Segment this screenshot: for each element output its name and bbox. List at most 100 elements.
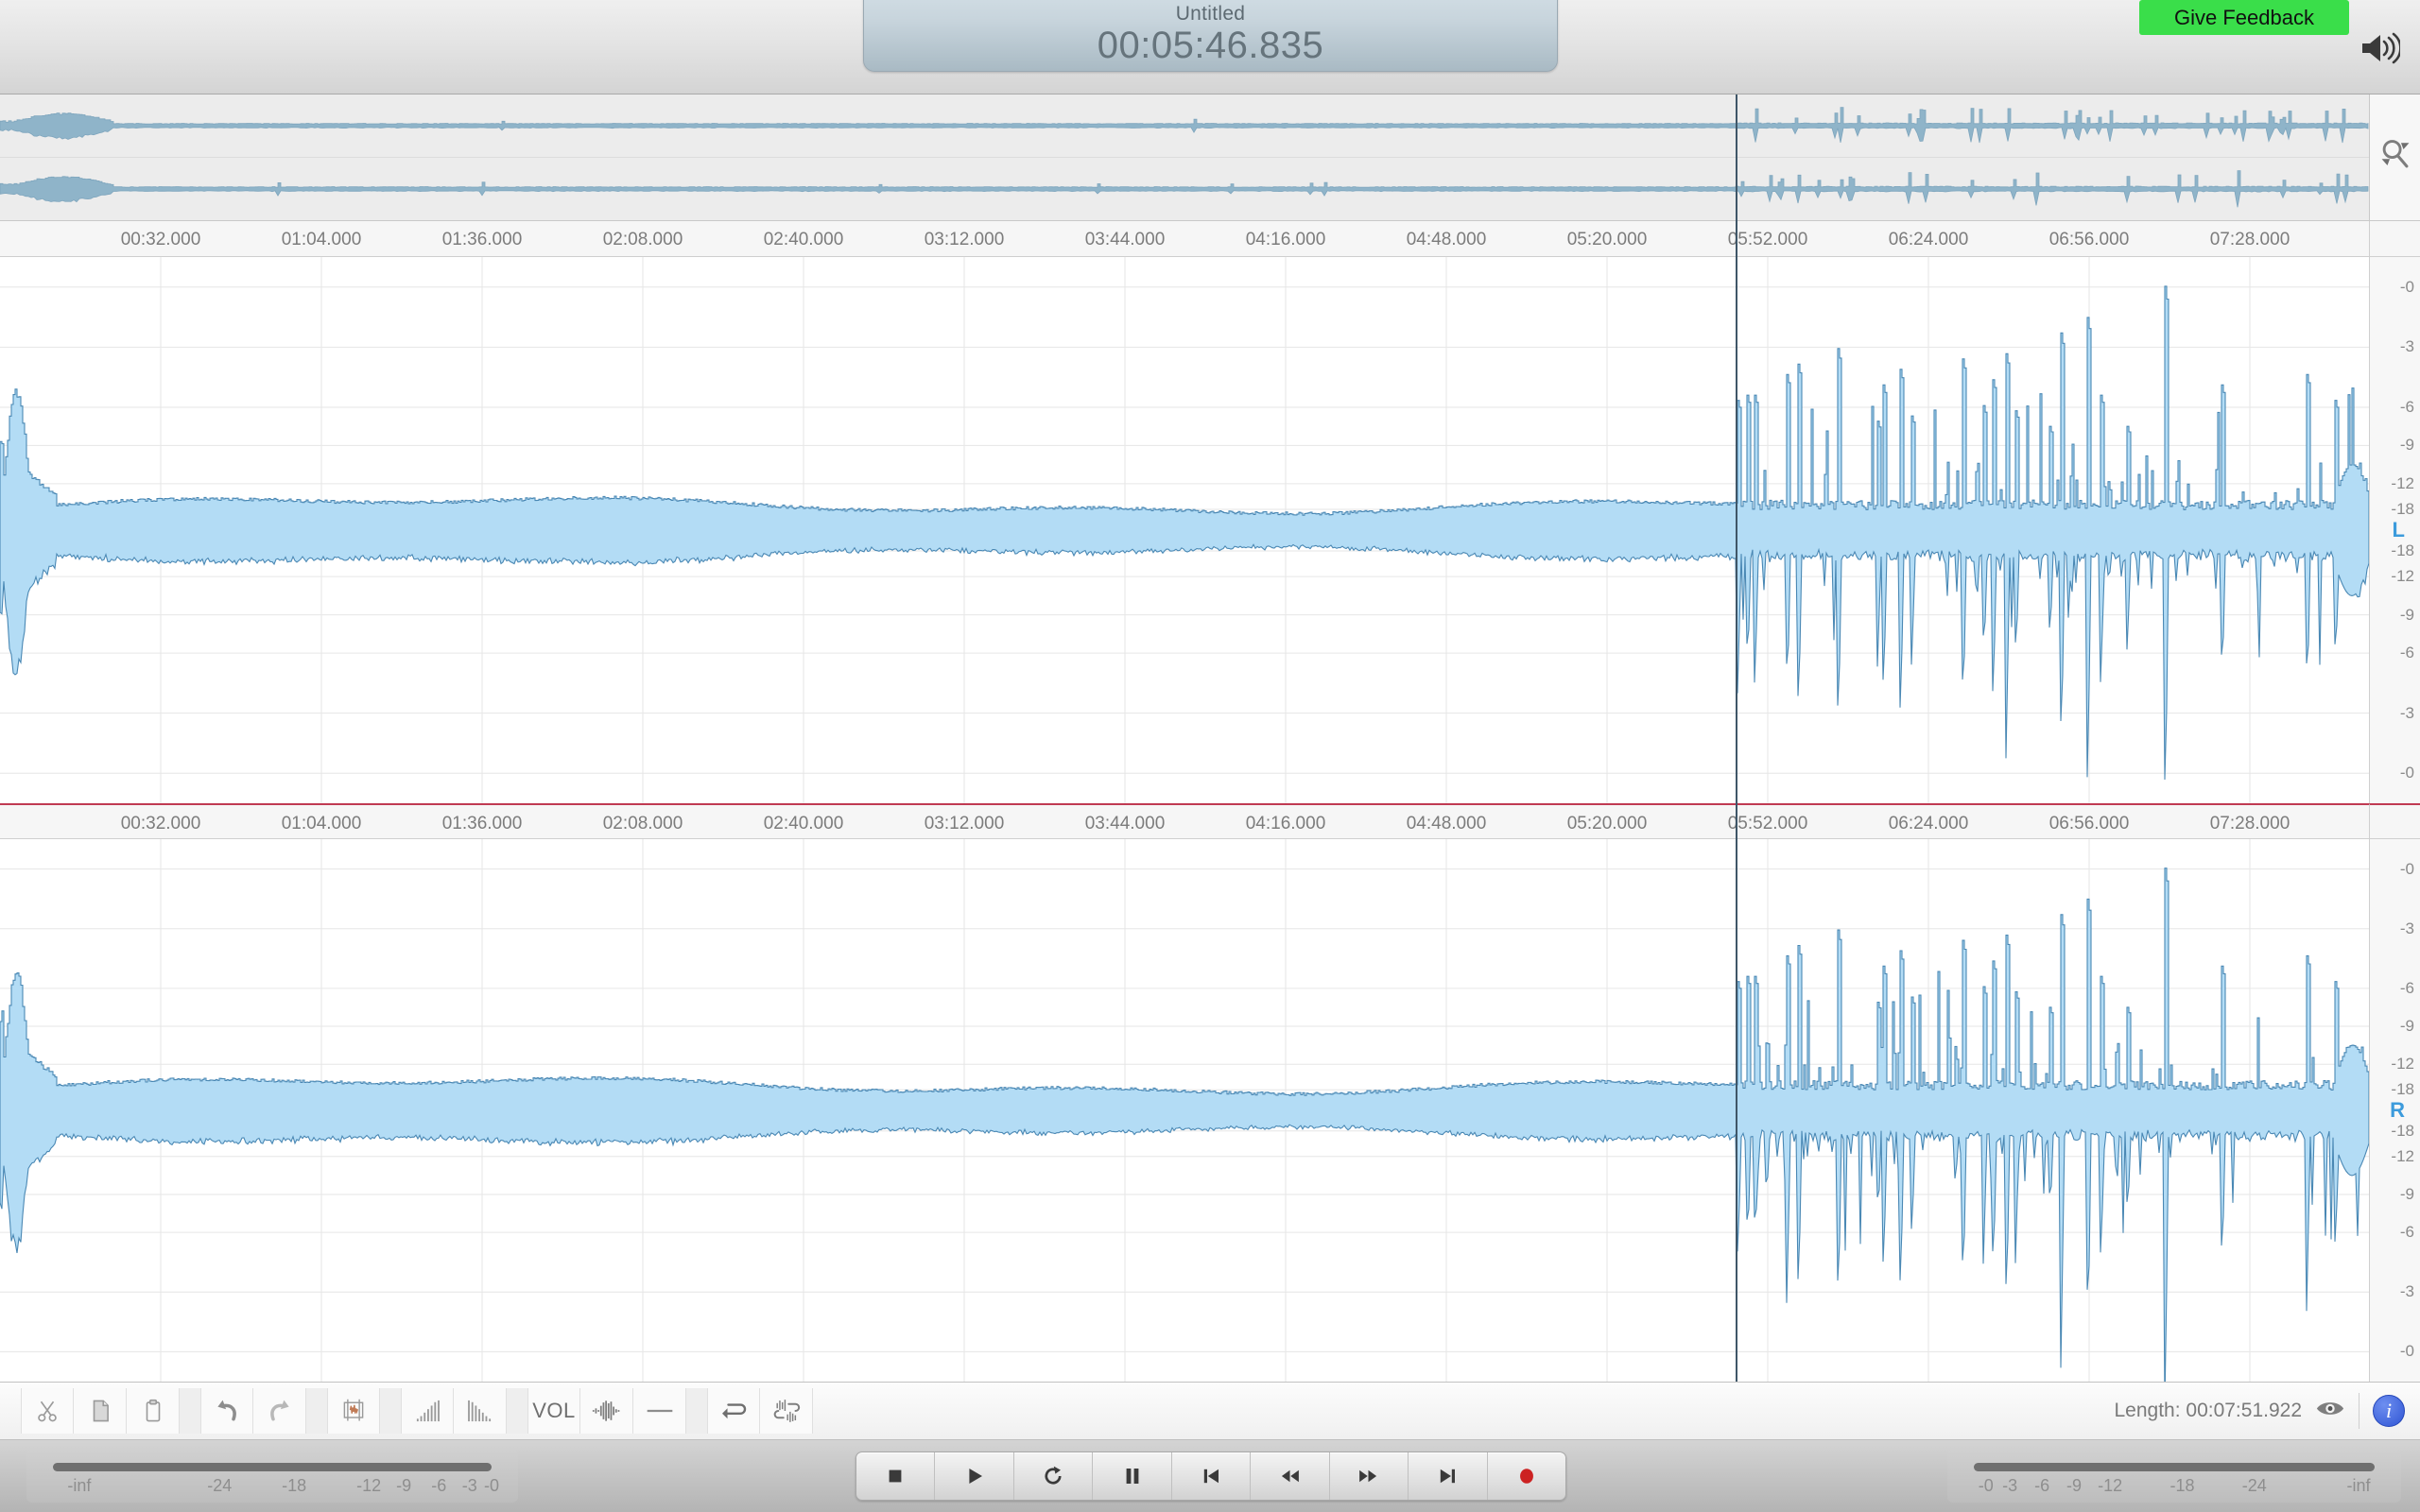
ruler-bottom-cap <box>2369 803 2420 839</box>
meter-scale-label: -0 <box>1978 1476 1994 1495</box>
normalize-button[interactable] <box>580 1388 633 1434</box>
db-scale-left: -0 -3 -6 -9 -12 -18 -18 -12 -9 -6 -3 -0 L <box>2369 257 2420 803</box>
ruler-tick-label: 02:08.000 <box>602 814 683 833</box>
silence-icon <box>647 1409 672 1413</box>
timeline-ruler-top[interactable]: 00:32.000 01:04.000 01:36.000 02:08.000 02:4… <box>0 221 2369 257</box>
overview-channel-left[interactable] <box>0 94 2369 157</box>
loop-playback-button[interactable] <box>1014 1452 1094 1500</box>
overview-minimap[interactable] <box>0 94 2369 221</box>
ruler-tick-label: 06:56.000 <box>2048 230 2130 249</box>
output-level-meter[interactable]: -0 -3 -6 -9 -12 -18 -24 -inf <box>1947 1450 2401 1503</box>
db-scale-label: -0 <box>2399 859 2414 878</box>
channel-marker: L <box>2392 518 2405 541</box>
loop-button[interactable] <box>707 1388 760 1434</box>
copy-button[interactable] <box>74 1388 127 1434</box>
pause-button[interactable] <box>1093 1452 1172 1500</box>
ruler-tick-label: 04:48.000 <box>1406 814 1487 833</box>
timeline-ruler-bottom[interactable]: 00:32.000 01:04.000 01:36.000 02:08.000 02:4… <box>0 803 2369 839</box>
toolbar-divider <box>2359 1393 2360 1429</box>
ruler-tick-label: 01:04.000 <box>281 814 362 833</box>
repeat-region-icon <box>773 1400 801 1422</box>
skip-back-icon <box>1203 1469 1219 1484</box>
overview-channel-right[interactable] <box>0 158 2369 220</box>
fade-in-icon <box>416 1400 440 1422</box>
info-button[interactable]: i <box>2373 1395 2405 1427</box>
ruler-tick-label: 05:20.000 <box>1566 814 1648 833</box>
volume-button[interactable]: VOL <box>527 1388 580 1434</box>
zoom-tool-pane[interactable] <box>2369 94 2420 221</box>
input-level-meter[interactable]: -inf -24 -18 -12 -9 -6 -3 -0 <box>26 1450 518 1503</box>
play-icon <box>969 1469 982 1484</box>
ruler-tick-label: 07:28.000 <box>2209 814 2290 833</box>
db-scale-label: -0 <box>2399 277 2414 296</box>
db-scale-label: -18 <box>2391 500 2414 519</box>
record-button[interactable] <box>1488 1452 1565 1500</box>
db-scale-right: -0 -3 -6 -9 -12 -18 -18 -12 -9 -6 -3 -0 R <box>2369 839 2420 1382</box>
db-scale-label: -3 <box>2399 703 2414 722</box>
fast-forward-icon <box>1359 1469 1377 1483</box>
cut-button[interactable] <box>21 1388 74 1434</box>
ruler-tick-label: 06:24.000 <box>1888 814 1969 833</box>
fast-forward-button[interactable] <box>1330 1452 1409 1500</box>
meter-scale-label: -24 <box>2241 1476 2267 1495</box>
rewind-icon <box>1281 1469 1299 1483</box>
play-button[interactable] <box>935 1452 1014 1500</box>
fade-group <box>401 1388 507 1434</box>
undo-button[interactable] <box>200 1388 253 1434</box>
ruler-tick-label: 06:56.000 <box>2048 814 2130 833</box>
ruler-tick-label: 02:40.000 <box>763 230 844 249</box>
silence-button[interactable] <box>633 1388 686 1434</box>
fade-in-button[interactable] <box>401 1388 454 1434</box>
skip-back-button[interactable] <box>1172 1452 1252 1500</box>
stop-icon <box>889 1469 902 1483</box>
time-display-panel[interactable]: Untitled 00:05:46.835 <box>863 0 1558 72</box>
normalize-icon <box>592 1400 619 1421</box>
ruler-tick-label: 01:36.000 <box>441 814 523 833</box>
magnifier-zoom-icon[interactable] <box>2379 137 2411 178</box>
playhead-cursor-overview[interactable] <box>1736 94 1737 221</box>
ruler-tick-label: 00:32.000 <box>120 230 201 249</box>
waveform-left-channel[interactable] <box>0 257 2369 803</box>
db-scale-label: -6 <box>2399 397 2414 416</box>
pause-icon <box>1126 1469 1138 1484</box>
meter-scale-label: -12 <box>356 1476 382 1495</box>
trim-button[interactable] <box>327 1388 380 1434</box>
volume-label: VOL <box>532 1399 576 1422</box>
ruler-tick-label: 04:16.000 <box>1245 230 1326 249</box>
toolbar-right-group: Length: 00:07:51.922 i <box>2114 1393 2420 1429</box>
meter-scale-label: -inf <box>2346 1476 2371 1495</box>
db-scale-label: -9 <box>2399 1184 2414 1203</box>
meter-scale-label: -3 <box>2002 1476 2018 1495</box>
skip-forward-button[interactable] <box>1409 1452 1488 1500</box>
db-scale-label: -9 <box>2399 436 2414 455</box>
fade-out-icon <box>467 1400 491 1422</box>
document-title: Untitled <box>1175 3 1246 25</box>
trim-group <box>327 1388 380 1434</box>
paste-button[interactable] <box>127 1388 180 1434</box>
meter-scale-label: -3 <box>461 1476 477 1495</box>
fade-out-button[interactable] <box>454 1388 507 1434</box>
meter-scale-label: -12 <box>2098 1476 2123 1495</box>
waveform-right-channel[interactable] <box>0 839 2369 1382</box>
speaker-volume-icon[interactable] <box>2359 31 2402 65</box>
repeat-region-button[interactable] <box>760 1388 813 1434</box>
stop-button[interactable] <box>856 1452 936 1500</box>
ruler-tick-label: 01:36.000 <box>441 230 523 249</box>
eye-visibility-icon[interactable] <box>2315 1399 2345 1423</box>
db-scale-label: -0 <box>2399 764 2414 782</box>
ruler-tick-label: 04:16.000 <box>1245 814 1326 833</box>
meter-scale-label: -6 <box>2034 1476 2050 1495</box>
edit-toolbar: VOL Length: 00:07:51.922 i <box>0 1382 2420 1440</box>
db-scale-label: -3 <box>2399 1282 2414 1301</box>
loop-icon <box>722 1403 747 1419</box>
meter-scale-label: -9 <box>396 1476 412 1495</box>
ruler-tick-label: 00:32.000 <box>120 814 201 833</box>
rewind-button[interactable] <box>1251 1452 1330 1500</box>
give-feedback-button[interactable]: Give Feedback <box>2139 0 2349 35</box>
output-meter-track[interactable] <box>1974 1463 2375 1471</box>
input-meter-track[interactable] <box>53 1463 492 1471</box>
ruler-tick-label: 03:44.000 <box>1084 230 1166 249</box>
ruler-tick-label: 05:20.000 <box>1566 230 1648 249</box>
record-icon <box>1519 1469 1533 1484</box>
redo-button[interactable] <box>253 1388 306 1434</box>
